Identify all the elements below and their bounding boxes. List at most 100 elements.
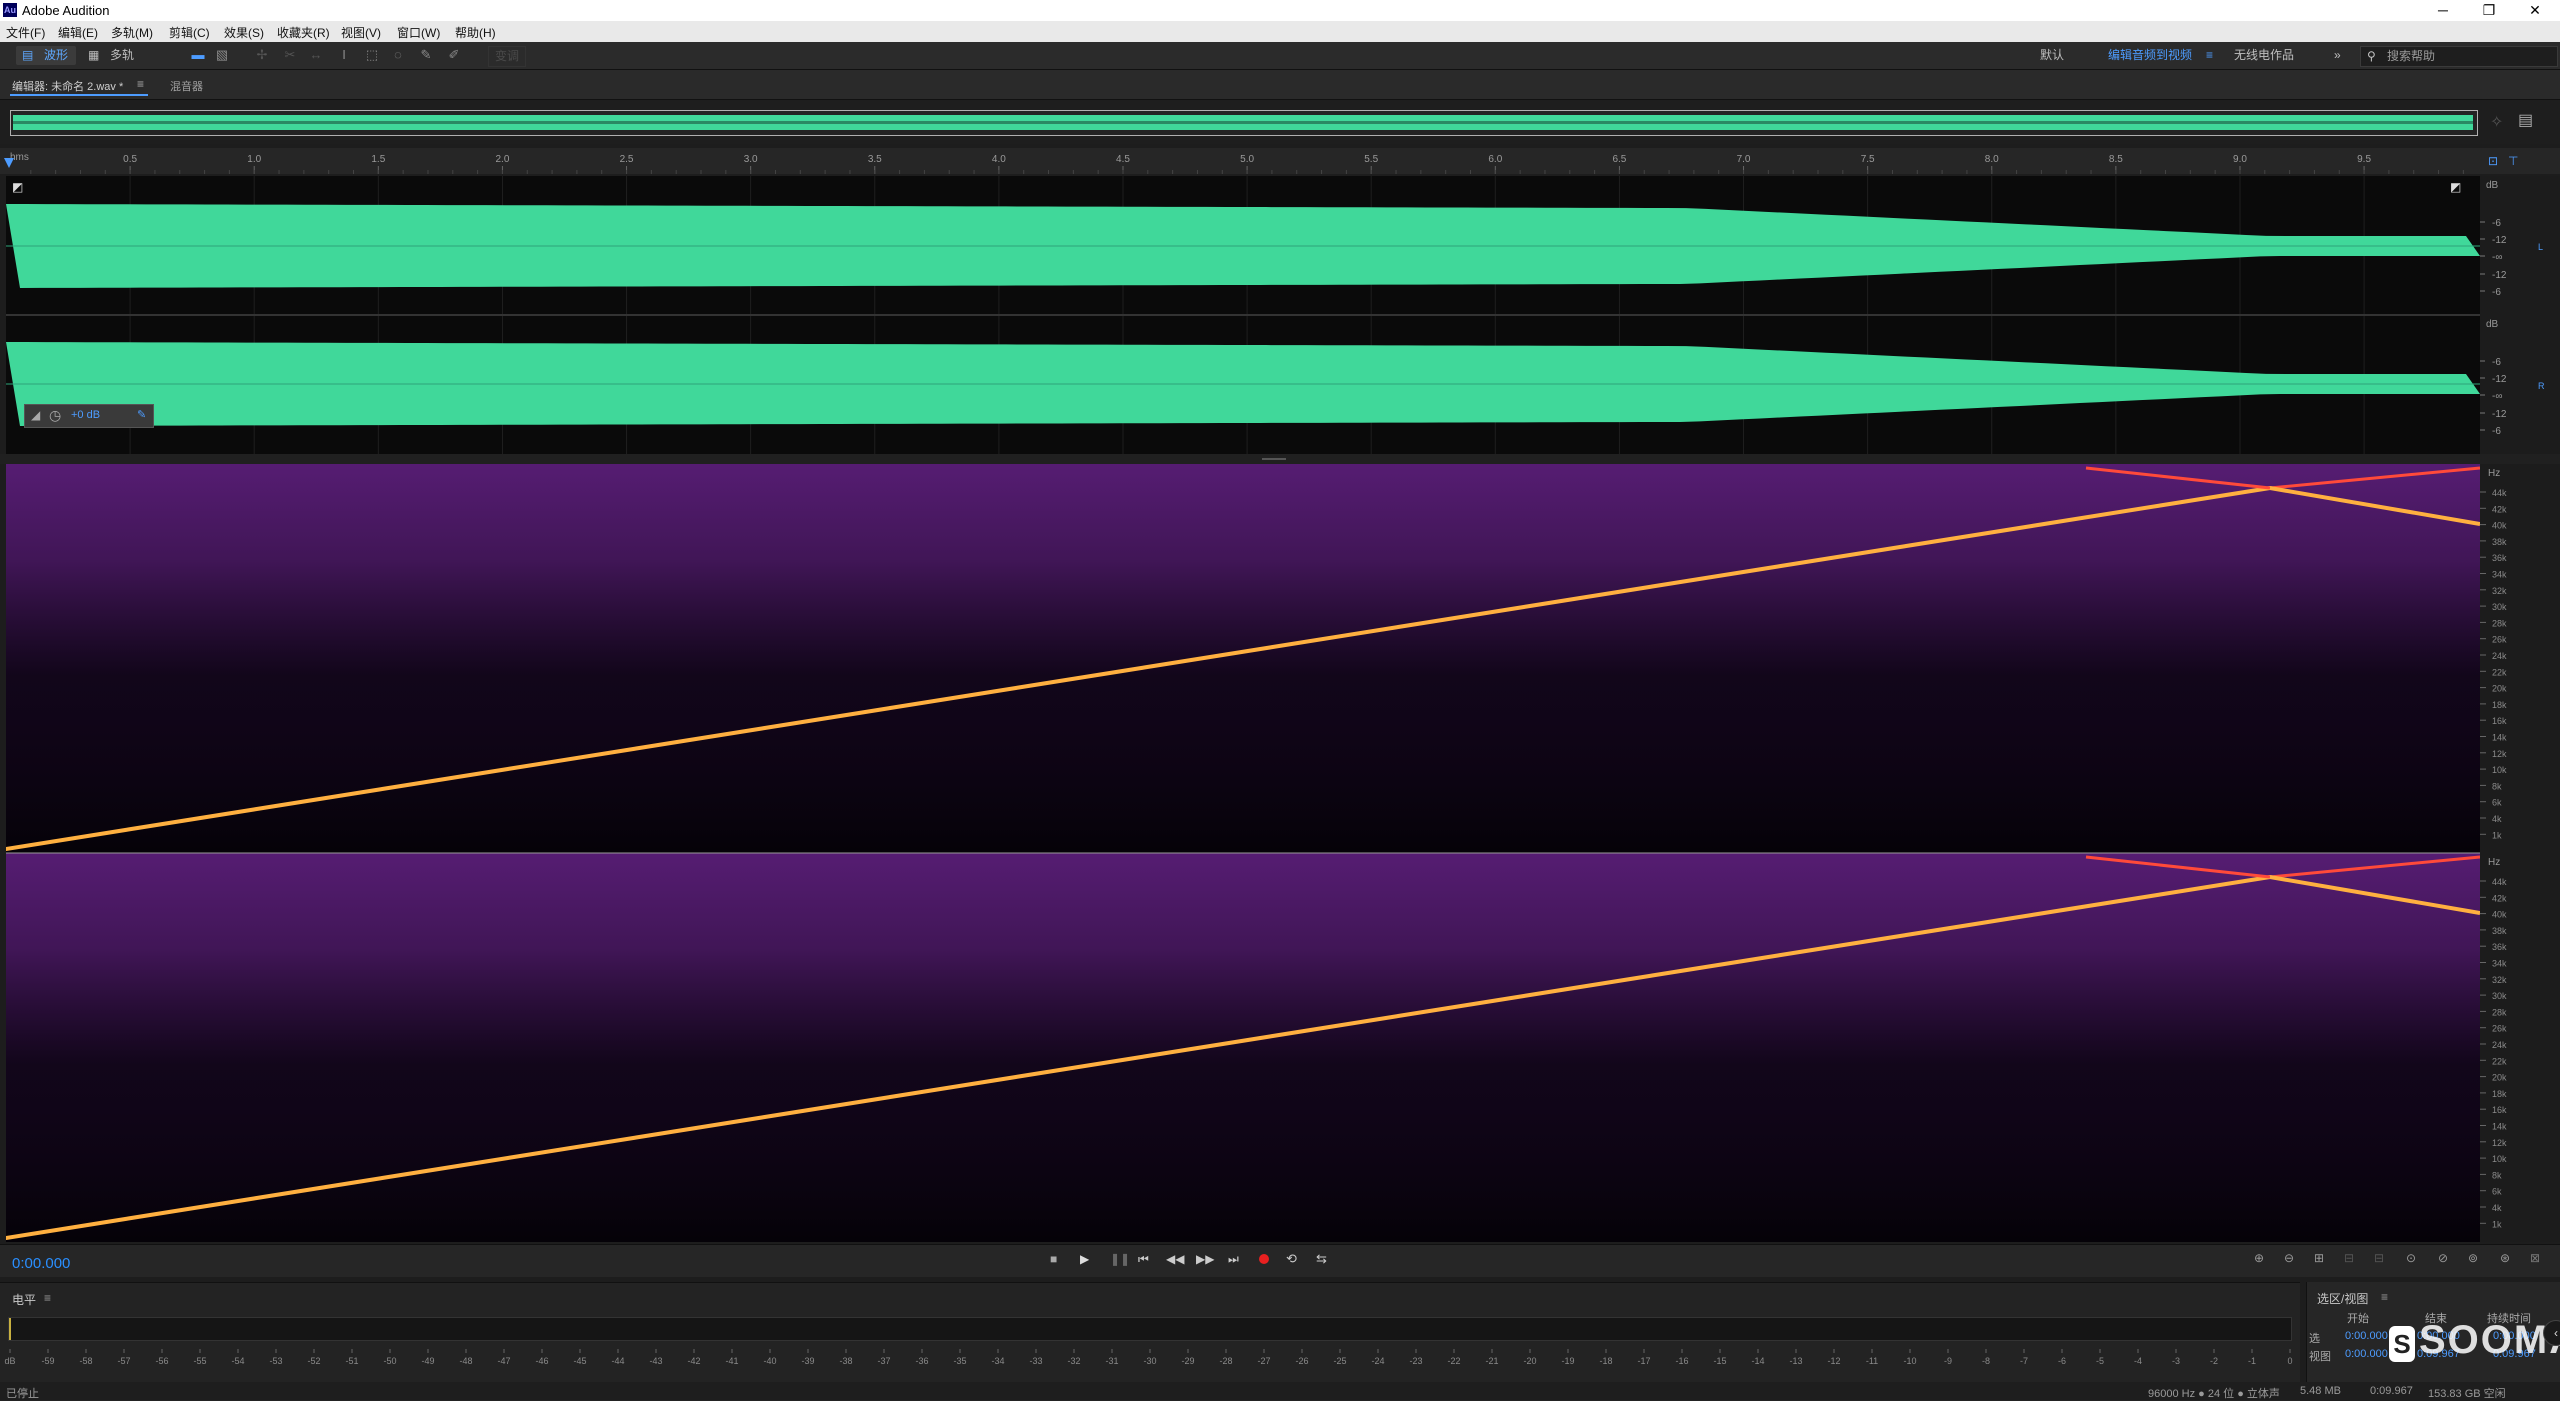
- menu-edit[interactable]: 编辑(E): [58, 24, 98, 41]
- zoom-out-amplitude-icon[interactable]: ⊖: [2284, 1251, 2294, 1265]
- menu-favorites[interactable]: 收藏夹(R): [277, 24, 330, 41]
- view-start[interactable]: 0:00.000: [2345, 1348, 2388, 1360]
- workspace-menu-icon[interactable]: ≡: [2206, 46, 2213, 65]
- zoom-in-time-icon[interactable]: ⊙: [2406, 1251, 2416, 1265]
- menu-clip[interactable]: 剪辑(C): [169, 24, 210, 41]
- time-ruler[interactable]: hms 0.5 1.0 1.5 2.0 2.5 3.0 3.5 4.0 4.5 5.0 5.5 6.0 6…: [0, 148, 2560, 174]
- level-tick-label: -29: [1181, 1356, 1194, 1366]
- spot-healing-icon[interactable]: ✐: [446, 47, 462, 63]
- restore-button[interactable]: ❐: [2466, 0, 2512, 21]
- pin-icon[interactable]: ⊤: [2508, 154, 2518, 168]
- levels-menu-icon[interactable]: ≡: [44, 1291, 51, 1305]
- zoom-lock-icon[interactable]: ✧: [2490, 112, 2503, 132]
- watermark-text: SOOMAL: [2419, 1318, 2560, 1362]
- razor-tool-icon[interactable]: ✂: [282, 47, 298, 63]
- menu-multitrack[interactable]: 多轨(M): [111, 24, 153, 41]
- slip-tool-icon[interactable]: ↔: [308, 47, 324, 63]
- marquee-tool-icon[interactable]: ⬚: [364, 47, 380, 63]
- tab-mixer[interactable]: 混音器: [170, 78, 203, 94]
- brush-tool-icon[interactable]: ✎: [418, 47, 434, 63]
- help-search-field[interactable]: ⚲ 搜索帮助: [2360, 46, 2558, 67]
- pitch-button[interactable]: 变调: [488, 46, 527, 67]
- hz-tick-label: 24k: [2492, 651, 2507, 661]
- level-tick-label: -52: [307, 1356, 320, 1366]
- lasso-tool-icon[interactable]: ◌: [390, 47, 406, 63]
- overview-navigator[interactable]: ✧ ▤: [0, 100, 2560, 144]
- stop-icon[interactable]: ■: [1050, 1252, 1057, 1266]
- zoom-in-amplitude-icon[interactable]: ⊕: [2254, 1251, 2264, 1265]
- level-tick-label: -19: [1561, 1356, 1574, 1366]
- waveform-label: 波形: [44, 48, 69, 62]
- hz-tick-label: 30k: [2492, 602, 2507, 612]
- collapse-left-icon[interactable]: ◩: [12, 180, 23, 194]
- row-selection-label: 选: [2309, 1333, 2320, 1345]
- record-icon[interactable]: [1259, 1254, 1269, 1264]
- hz-tick-label: 12k: [2492, 1138, 2507, 1148]
- menu-window[interactable]: 窗口(W): [397, 24, 440, 41]
- level-tick-label: -11: [1866, 1356, 1878, 1366]
- hud-gain-control[interactable]: ◢ ◷ +0 dB ✎: [24, 404, 154, 428]
- menu-effects[interactable]: 效果(S): [224, 24, 264, 41]
- menu-view[interactable]: 视图(V): [341, 24, 381, 41]
- zoom-full-icon[interactable]: ⊛: [2500, 1251, 2510, 1265]
- workspace-radio[interactable]: 无线电作品: [2234, 46, 2294, 65]
- fast-forward-icon[interactable]: ▶▶: [1196, 1252, 1214, 1266]
- zoom-out-time-icon[interactable]: ⊘: [2438, 1251, 2448, 1265]
- current-time-display[interactable]: 0:00.000: [12, 1255, 70, 1272]
- menu-bar: 文件(F) 编辑(E) 多轨(M) 剪辑(C) 效果(S) 收藏夹(R) 视图(…: [0, 21, 2560, 42]
- selection-start[interactable]: 0:00.000: [2345, 1330, 2388, 1342]
- menu-help[interactable]: 帮助(H): [455, 24, 496, 41]
- overview-range[interactable]: [10, 110, 2478, 136]
- close-button[interactable]: ✕: [2512, 0, 2558, 21]
- waveform-display-icon[interactable]: ▬: [190, 47, 206, 63]
- level-tick-label: -57: [117, 1356, 130, 1366]
- time-selection-tool-icon[interactable]: I: [336, 47, 352, 63]
- go-to-start-icon[interactable]: ⏮: [1138, 1252, 1149, 1267]
- minimize-button[interactable]: ─: [2420, 0, 2466, 21]
- search-placeholder: 搜索帮助: [2387, 49, 2436, 63]
- zoom-left-icon[interactable]: ⊟: [2344, 1251, 2354, 1265]
- more-workspaces-button[interactable]: »: [2334, 46, 2341, 65]
- transport-bar: 0:00.000 ■ ▶ ❚❚ ⏮ ◀◀ ▶▶ ⏭ ⟲ ⇆ ⊕ ⊖ ⊞ ⊟ ⊟ …: [0, 1244, 2560, 1277]
- hz-tick-label: 8k: [2492, 1170, 2502, 1180]
- hz-tick-label: 12k: [2492, 749, 2507, 759]
- hz-tick-label: 30k: [2492, 991, 2507, 1001]
- tab-editor[interactable]: 编辑器: 未命名 2.wav *: [12, 78, 123, 94]
- play-icon[interactable]: ▶: [1080, 1252, 1089, 1266]
- level-tick-label: -13: [1789, 1356, 1802, 1366]
- hz-unit-label: Hz: [2488, 468, 2500, 479]
- multitrack-view-button[interactable]: ▦ 多轨: [86, 46, 146, 65]
- loop-icon[interactable]: ⟲: [1286, 1251, 1297, 1267]
- status-size: 5.48 MB: [2300, 1385, 2341, 1397]
- skip-selection-icon[interactable]: ⇆: [1316, 1251, 1327, 1267]
- gain-knob-icon[interactable]: ◷: [49, 407, 61, 424]
- go-to-end-icon[interactable]: ⏭: [1228, 1252, 1239, 1267]
- tab-menu-icon[interactable]: ≡: [137, 77, 144, 91]
- hud-pin-icon[interactable]: ✎: [137, 408, 146, 421]
- spectral-display-icon[interactable]: ▧: [214, 47, 230, 63]
- pause-icon[interactable]: ❚❚: [1110, 1252, 1130, 1266]
- collapse-right-icon[interactable]: ◩: [2450, 180, 2461, 194]
- workspace-video-audio[interactable]: 编辑音频到视频: [2108, 46, 2192, 65]
- zoom-reset-icon[interactable]: ⊠: [2530, 1251, 2540, 1265]
- level-tick-label: -8: [1982, 1356, 1990, 1366]
- level-tick-label: -6: [2058, 1356, 2066, 1366]
- move-tool-icon[interactable]: ✢: [254, 47, 270, 63]
- waveform-view-button[interactable]: ▤ 波形: [16, 46, 76, 65]
- zoom-right-icon[interactable]: ⊟: [2374, 1251, 2384, 1265]
- workspace-default[interactable]: 默认: [2040, 46, 2064, 65]
- status-state: 已停止: [6, 1388, 39, 1400]
- noise-floor-left: [6, 464, 2480, 851]
- rewind-icon[interactable]: ◀◀: [1166, 1252, 1184, 1266]
- zoom-in-selection-icon[interactable]: ⊞: [2314, 1251, 2324, 1265]
- levels-scale: dB -59 -58 -57 -56 -55 -54 -53 -52 -51 -50 -49 -48 -4…: [4, 1349, 2293, 1366]
- zoom-out-full-icon[interactable]: ⊚: [2468, 1251, 2478, 1265]
- menu-file[interactable]: 文件(F): [6, 24, 45, 41]
- hz-tick-label: 42k: [2492, 504, 2507, 514]
- overview-menu-icon[interactable]: ▤: [2518, 110, 2533, 130]
- spectral-frequency-display[interactable]: [6, 464, 2480, 1242]
- panel-splitter[interactable]: [0, 454, 2560, 464]
- selection-menu-icon[interactable]: ≡: [2381, 1290, 2388, 1304]
- lock-icon[interactable]: ⊡: [2488, 154, 2498, 168]
- waveform-display[interactable]: ◢ ◷ +0 dB ✎ ◩ ◩: [6, 176, 2480, 454]
